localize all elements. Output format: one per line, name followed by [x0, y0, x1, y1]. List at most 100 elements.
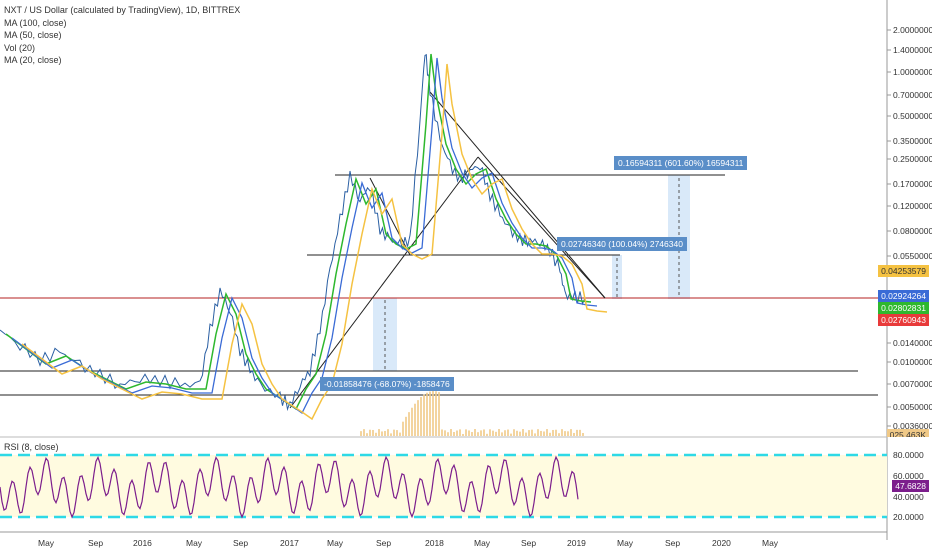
volume-bar [552, 429, 554, 436]
price-series [0, 53, 586, 412]
price-axis-label: 0.25000000 [893, 154, 932, 164]
volume-bar [561, 429, 563, 436]
price-axis-label: 0.01400000 [893, 338, 932, 348]
volume-bar [549, 432, 551, 436]
volume-bar [393, 429, 395, 436]
indicator-vol[interactable]: Vol (20) [4, 42, 240, 55]
time-axis-label: Sep [665, 538, 681, 548]
volume-bar [471, 432, 473, 436]
volume-bar [522, 429, 524, 436]
volume-bar [459, 429, 461, 436]
symbol-title[interactable]: NXT / US Dollar (calculated by TradingVi… [4, 4, 240, 17]
chart-canvas[interactable]: 2.00000000 1.40000000 1.00000000 0.70000000… [0, 0, 932, 550]
volume-bar [501, 432, 503, 436]
volume-bar [573, 432, 575, 436]
rsi-axis-label: 40.0000 [893, 492, 924, 502]
volume-bar [492, 430, 494, 436]
volume-bar [579, 429, 581, 436]
time-axis-label: Sep [376, 538, 392, 548]
time-axis-label: May [474, 538, 491, 548]
volume-bar [567, 431, 569, 436]
volume-bar [498, 429, 500, 436]
volume-bar [489, 429, 491, 436]
price-tag-ma20: 0.02802831 [878, 302, 929, 314]
volume-bar [555, 429, 557, 436]
volume-bar [387, 429, 389, 436]
time-axis-label: 2019 [567, 538, 586, 548]
volume-bar [405, 416, 407, 436]
volume-bar [366, 433, 368, 436]
time-axis-label: 2017 [280, 538, 299, 548]
time-axis-label: May [617, 538, 634, 548]
volume-bar [435, 391, 437, 436]
volume-bar [558, 433, 560, 436]
volume-bar [396, 430, 398, 436]
volume-bar [360, 431, 362, 436]
volume-bar [531, 429, 533, 436]
time-axis-label: May [38, 538, 55, 548]
price-tag-last: 0.02760943 [878, 314, 929, 326]
time-axis-label: 2020 [712, 538, 731, 548]
volume-bar [363, 429, 365, 436]
volume-bar [456, 430, 458, 436]
volume-bar [384, 430, 386, 436]
time-axis-label: 2016 [133, 538, 152, 548]
volume-bar [477, 432, 479, 436]
volume-bar [510, 433, 512, 436]
price-axis-label: 1.40000000 [893, 45, 932, 55]
indicator-ma20[interactable]: MA (20, close) [4, 54, 240, 67]
volume-bar [480, 430, 482, 436]
price-axis-label: 1.00000000 [893, 67, 932, 77]
volume-bar [426, 392, 428, 436]
volume-bar [507, 429, 509, 436]
measure-label-up-big[interactable]: 0.16594311 (601.60%) 16594311 [614, 156, 748, 170]
time-axis-label: May [762, 538, 779, 548]
volume-bar [537, 429, 539, 436]
time-axis-label: Sep [233, 538, 249, 548]
price-axis-label: 0.01000000 [893, 357, 932, 367]
price-tag-volume: 025.463K [886, 429, 929, 437]
time-axis-label: 2018 [425, 538, 444, 548]
volume-bar [504, 430, 506, 436]
volume-bar [414, 403, 416, 436]
volume-bar [540, 430, 542, 436]
volume-bar [417, 400, 419, 436]
rsi-legend[interactable]: RSI (8, close) [4, 442, 59, 452]
indicator-ma100[interactable]: MA (100, close) [4, 17, 240, 30]
volume-bar [423, 394, 425, 436]
volume-bar [474, 429, 476, 436]
volume-bar [519, 431, 521, 436]
volume-bar [453, 432, 455, 436]
volume-bar [516, 430, 518, 436]
volume-bar [495, 431, 497, 436]
volume-bar [381, 431, 383, 436]
time-axis-label: Sep [521, 538, 537, 548]
volume-bar [525, 432, 527, 436]
indicator-ma50[interactable]: MA (50, close) [4, 29, 240, 42]
volume-bar [429, 391, 431, 436]
price-axis-label: 0.17000000 [893, 179, 932, 189]
volume-bar [375, 432, 377, 436]
volume-bar [576, 429, 578, 436]
volume-bar [546, 429, 548, 436]
ma50-line [11, 57, 598, 414]
volume-bar [462, 433, 464, 436]
volume-bar [441, 429, 443, 436]
volume-bar [438, 392, 440, 436]
price-tag-rsi: 47.6828 [892, 480, 929, 492]
ma100-line [21, 63, 608, 421]
measure-label-down[interactable]: -0.01858476 (-68.07%) -1858476 [320, 377, 454, 391]
volume-bar [372, 429, 374, 436]
price-tag-ma100: 0.04253579 [878, 265, 929, 277]
chart-legend: NXT / US Dollar (calculated by TradingVi… [4, 4, 240, 67]
price-tag-ma50: 0.02924264 [878, 290, 929, 302]
volume-bar [390, 433, 392, 436]
volume-bar [411, 407, 413, 436]
price-axis-label: 0.50000000 [893, 111, 932, 121]
rsi-axis-label: 80.0000 [893, 450, 924, 460]
volume-bar [447, 432, 449, 436]
measure-label-up-small[interactable]: 0.02746340 (100.04%) 2746340 [557, 237, 687, 251]
price-axis-label: 0.08000000 [893, 226, 932, 236]
volume-bar [465, 429, 467, 436]
volume-bar [582, 432, 584, 436]
